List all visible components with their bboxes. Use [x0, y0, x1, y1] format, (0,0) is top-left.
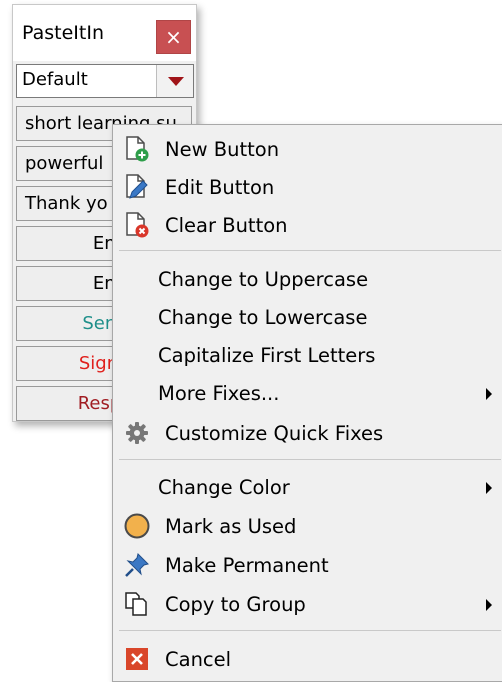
gear-icon: [123, 419, 151, 447]
menu-item-uppercase[interactable]: Change to Uppercase: [113, 260, 502, 298]
menu-item-more-fixes[interactable]: More Fixes...: [113, 374, 502, 412]
menu-item-label: Make Permanent: [165, 554, 329, 577]
copy-group-icon: [123, 590, 151, 618]
menu-item-label: Capitalize First Letters: [158, 344, 376, 367]
new-page-icon: [123, 135, 151, 163]
menu-item-edit-button[interactable]: Edit Button: [113, 168, 502, 206]
menu-item-label: Mark as Used: [165, 515, 297, 538]
menu-item-new-button[interactable]: New Button: [113, 130, 502, 168]
menu-item-cancel[interactable]: Cancel: [113, 640, 502, 678]
menu-separator: [119, 459, 501, 460]
pushpin-icon: [123, 551, 151, 579]
menu-item-label: Change to Lowercase: [158, 306, 368, 329]
context-menu: New Button Edit Button Clear Button Chan…: [112, 124, 502, 682]
orange-circle-icon: [123, 512, 151, 540]
app-title: PasteItIn: [22, 22, 104, 44]
menu-item-label: More Fixes...: [158, 382, 280, 405]
menu-item-label: Edit Button: [165, 176, 275, 199]
menu-item-change-color[interactable]: Change Color: [113, 468, 502, 506]
menu-separator: [119, 250, 501, 251]
menu-item-label: New Button: [165, 138, 280, 161]
menu-item-customize-quick-fixes[interactable]: Customize Quick Fixes: [113, 414, 502, 452]
clear-page-icon: [123, 211, 151, 239]
menu-item-label: Customize Quick Fixes: [165, 422, 384, 445]
menu-item-mark-as-used[interactable]: Mark as Used: [113, 507, 502, 545]
chevron-down-icon[interactable]: [156, 65, 193, 97]
menu-item-label: Change to Uppercase: [158, 268, 369, 291]
submenu-arrow-icon: [486, 599, 492, 611]
menu-item-lowercase[interactable]: Change to Lowercase: [113, 298, 502, 336]
menu-item-make-permanent[interactable]: Make Permanent: [113, 546, 502, 584]
group-select-value: Default: [22, 69, 88, 90]
edit-page-icon: [123, 173, 151, 201]
group-select[interactable]: Default: [16, 64, 194, 98]
title-bar[interactable]: PasteItIn ×: [13, 5, 196, 61]
menu-item-label: Copy to Group: [165, 593, 306, 616]
cancel-x-icon: [123, 645, 151, 673]
submenu-arrow-icon: [486, 482, 492, 494]
submenu-arrow-icon: [486, 388, 492, 400]
close-button[interactable]: ×: [156, 20, 191, 54]
menu-item-label: Clear Button: [165, 214, 288, 237]
menu-item-label: Change Color: [158, 476, 290, 499]
menu-item-clear-button[interactable]: Clear Button: [113, 206, 502, 244]
menu-item-label: Cancel: [165, 648, 232, 671]
menu-separator: [119, 630, 501, 631]
menu-item-copy-to-group[interactable]: Copy to Group: [113, 585, 502, 623]
menu-item-capitalize[interactable]: Capitalize First Letters: [113, 336, 502, 374]
